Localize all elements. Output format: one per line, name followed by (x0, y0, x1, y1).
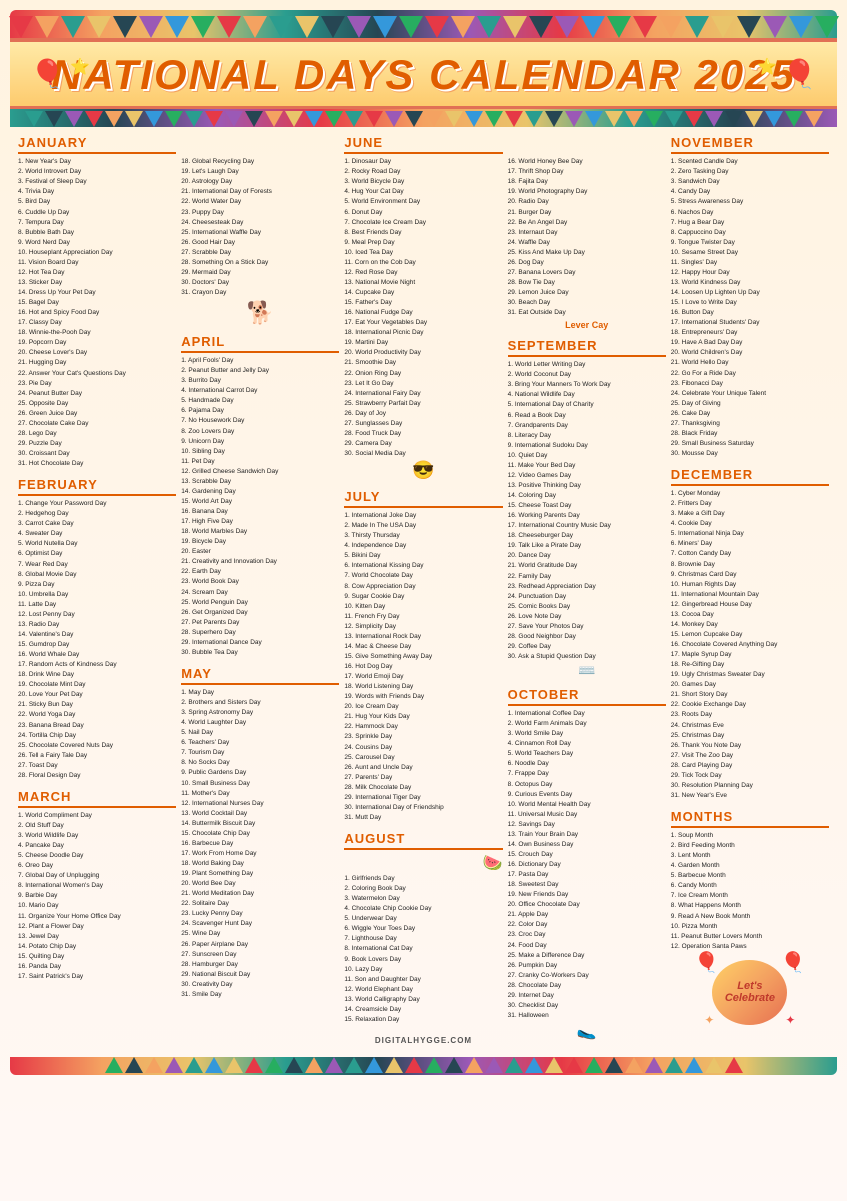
august-section: AUGUST 🍉 1. Girlfriends Day 2. Coloring … (344, 831, 502, 1025)
title-section: 🎈 ⭐ ⭐ 🎈 NATIONAL DAYS CALENDAR 2025 (10, 38, 837, 109)
may-section: MAY 1. May Day 2. Brothers and Sisters D… (181, 666, 339, 1000)
june2-section: JUNE 16. World Honey Bee Day 17. Thrift … (508, 135, 666, 330)
june-days: 1. Dinosaur Day 2. Rocky Road Day 3. Wor… (344, 157, 502, 459)
september-title: SEPTEMBER (508, 338, 666, 357)
november-days: 1. Scented Candle Day 2. Zero Tasking Da… (671, 157, 829, 459)
column-4: JUNE 16. World Honey Bee Day 17. Thrift … (508, 135, 666, 1049)
column-2: MARCH 18. Global Recycling Day 19. Let's… (181, 135, 339, 1049)
february-title: FEBRUARY (18, 477, 176, 496)
column-1: JANUARY 1. New Year's Day 2. World Intro… (18, 135, 176, 1049)
bottom-pennants (104, 1057, 744, 1073)
website-url: DIGITALHYGGE.COM (344, 1033, 502, 1047)
top-banner (10, 10, 837, 38)
march-section: MARCH 1. World Compliment Day 2. Old Stu… (18, 789, 176, 982)
december-days: 1. Cyber Monday 2. Fritters Day 3. Make … (671, 489, 829, 801)
months-section: MONTHS 1. Soup Month 2. Bird Feeding Mon… (671, 809, 829, 952)
calendar-grid: JANUARY 1. New Year's Day 2. World Intro… (10, 130, 837, 1054)
september-section: SEPTEMBER 1. World Letter Writing Day 2.… (508, 338, 666, 679)
months-list: 1. Soup Month 2. Bird Feeding Month 3. L… (671, 831, 829, 952)
april-title: APRIL (181, 334, 339, 353)
june-title: JUNE (344, 135, 502, 154)
august-days: 1. Girlfriends Day 2. Coloring Book Day … (344, 874, 502, 1025)
december-title: DECEMBER (671, 467, 829, 486)
april-section: APRIL 1. April Fools' Day 2. Peanut Butt… (181, 334, 339, 658)
october-title: OCTOBER (508, 687, 666, 706)
september-days: 1. World Letter Writing Day 2. World Coc… (508, 360, 666, 662)
october-section: OCTOBER 1. International Coffee Day 2. W… (508, 687, 666, 1041)
pennants-2 (24, 111, 824, 127)
february-section: FEBRUARY 1. Change Your Password Day 2. … (18, 477, 176, 781)
may-days: 1. May Day 2. Brothers and Sisters Day 3… (181, 688, 339, 1000)
celebrate-section: 🎈 🎈 Let'sCelebrate ✦ ✦ (671, 960, 829, 1025)
february-days: 1. Change Your Password Day 2. Hedgehog … (18, 499, 176, 781)
website-footer: DIGITALHYGGE.COM (344, 1033, 502, 1047)
july-days: 1. International Joke Day 2. Made In The… (344, 511, 502, 823)
january-title: JANUARY (18, 135, 176, 154)
page: 🎈 ⭐ ⭐ 🎈 NATIONAL DAYS CALENDAR 2025 (0, 0, 847, 1201)
column-3: JUNE 1. Dinosaur Day 2. Rocky Road Day 3… (344, 135, 502, 1049)
march2-section: MARCH 18. Global Recycling Day 19. Let's… (181, 135, 339, 326)
bottom-banner (10, 109, 837, 127)
august-title: AUGUST (344, 831, 502, 850)
november-title: NOVEMBER (671, 135, 829, 154)
may-title: MAY (181, 666, 339, 685)
column-5: NOVEMBER 1. Scented Candle Day 2. Zero T… (671, 135, 829, 1049)
march-days: 1. World Compliment Day 2. Old Stuff Day… (18, 811, 176, 982)
november-section: NOVEMBER 1. Scented Candle Day 2. Zero T… (671, 135, 829, 459)
celebrate-text: Let'sCelebrate (725, 980, 775, 1004)
march-title: MARCH (18, 789, 176, 808)
march2-days: 18. Global Recycling Day 19. Let's Laugh… (181, 157, 339, 298)
january-section: JANUARY 1. New Year's Day 2. World Intro… (18, 135, 176, 469)
celebrate-badge: Let'sCelebrate (712, 960, 787, 1025)
months-title: MONTHS (671, 809, 829, 828)
july-title: JULY (344, 489, 502, 508)
page-title: NATIONAL DAYS CALENDAR 2025 (10, 52, 837, 98)
april-days: 1. April Fools' Day 2. Peanut Butter and… (181, 356, 339, 658)
june2-days: 16. World Honey Bee Day 17. Thrift Shop … (508, 157, 666, 318)
june-section: JUNE 1. Dinosaur Day 2. Rocky Road Day 3… (344, 135, 502, 481)
july-section: JULY 1. International Joke Day 2. Made I… (344, 489, 502, 823)
pennants (8, 16, 840, 38)
lever-cay-label: Lever Cay (508, 320, 666, 330)
bottom-border (10, 1057, 837, 1075)
december-section: DECEMBER 1. Cyber Monday 2. Fritters Day… (671, 467, 829, 801)
january-days: 1. New Year's Day 2. World Introvert Day… (18, 157, 176, 469)
october-days: 1. International Coffee Day 2. World Far… (508, 709, 666, 1021)
